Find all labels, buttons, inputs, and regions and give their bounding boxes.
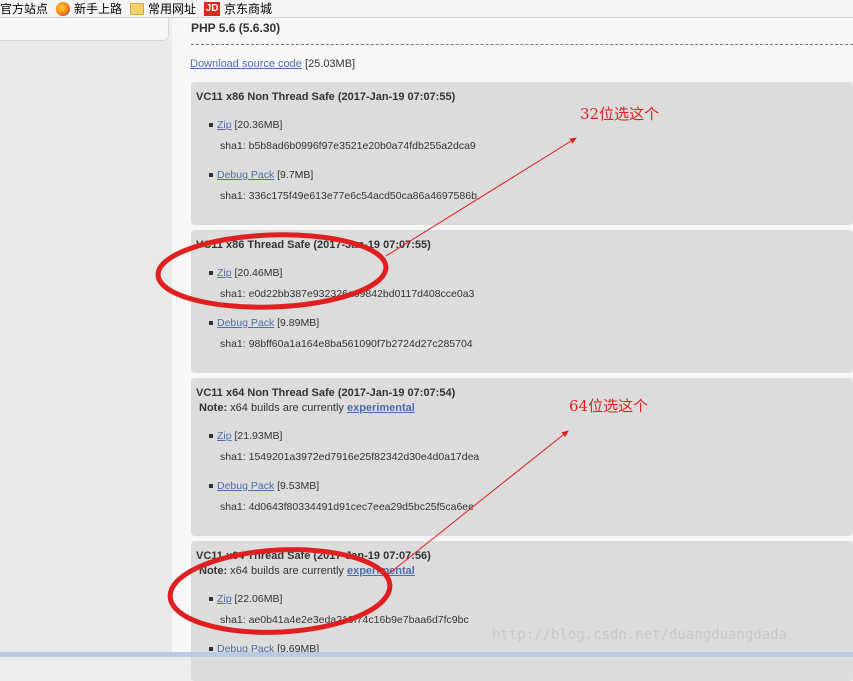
debug-size: [9.89MB] (277, 317, 320, 329)
zip-sha: sha1: e0d22bb387e932326a09842bd0117d408c… (220, 288, 475, 300)
note-label: Note: (199, 565, 228, 577)
bookmark-label: 京东商城 (224, 2, 273, 16)
bullet (209, 434, 213, 438)
zip-size: [20.46MB] (234, 267, 283, 279)
bullet (209, 647, 213, 651)
bookmarks-bar: 官方站点 新手上路 常用网址 JD 京东商城 (0, 0, 853, 18)
folder-icon (130, 2, 145, 15)
debug-size: [9.53MB] (277, 480, 320, 492)
bullet (209, 271, 213, 275)
build-note: Note: x64 builds are currently experimen… (199, 565, 415, 577)
sidebar-panel (0, 18, 169, 41)
jd-icon: JD (204, 1, 221, 16)
note-text: x64 builds are currently (230, 402, 344, 414)
download-source-size: [25.03MB] (304, 58, 356, 70)
bookmark-getting-started[interactable]: 新手上路 (56, 0, 122, 17)
bookmark-jd-mall[interactable]: JD 京东商城 (204, 0, 272, 17)
bookmark-official-site[interactable]: 官方站点 (0, 0, 48, 17)
annotation-label-32bit: 32位选这个 (580, 105, 660, 123)
build-box-x64-ts: VC11 x64 Thread Safe (2017-Jan-19 07:07:… (191, 541, 853, 681)
debug-sha: sha1: 4d0643f80334491d91cec7eea29d5bc25f… (220, 501, 474, 513)
version-title: PHP 5.6 (5.6.30) (191, 21, 281, 35)
debug-item: Debug Pack [9.53MB] (209, 480, 320, 492)
experimental-link[interactable]: experimental (347, 402, 415, 414)
zip-size: [22.06MB] (234, 593, 283, 605)
debug-sha: sha1: 98bff60a1a164e8ba561090f7b2724d27c… (220, 338, 473, 350)
zip-link[interactable]: Zip (217, 119, 232, 131)
firefox-icon (56, 1, 71, 16)
taskbar-strip (0, 652, 853, 657)
zip-sha: sha1: 1549201a3972ed7916e25f82342d30e4d0… (220, 451, 480, 463)
bookmark-common-sites[interactable]: 常用网址 (130, 0, 196, 17)
build-title: VC11 x64 Non Thread Safe (2017-Jan-19 07… (196, 387, 456, 399)
zip-size: [21.93MB] (234, 430, 283, 442)
main-content: PHP 5.6 (5.6.30) Download source code [2… (172, 18, 853, 681)
zip-sha: sha1: b5b8ad6b0996f97e3521e20b0a74fdb255… (220, 140, 476, 152)
note-text: x64 builds are currently (230, 565, 344, 577)
debug-item: Debug Pack [9.89MB] (209, 317, 320, 329)
bookmark-label: 常用网址 (148, 2, 197, 16)
debug-size: [9.7MB] (277, 169, 314, 181)
debug-sha: sha1: 336c175f49e613e77e6c54acd50ca86a46… (220, 190, 477, 202)
experimental-link[interactable]: experimental (347, 565, 415, 577)
build-note: Note: x64 builds are currently experimen… (199, 402, 415, 414)
sidebar-background (0, 41, 172, 657)
zip-item: Zip [22.06MB] (209, 593, 283, 605)
note-label: Note: (199, 402, 228, 414)
debug-item: Debug Pack [9.7MB] (209, 169, 314, 181)
zip-item: Zip [21.93MB] (209, 430, 283, 442)
build-box-x64-nts: VC11 x64 Non Thread Safe (2017-Jan-19 07… (191, 378, 853, 536)
build-title: VC11 x86 Thread Safe (2017-Jan-19 07:07:… (196, 239, 431, 251)
build-box-x86-nts: VC11 x86 Non Thread Safe (2017-Jan-19 07… (191, 82, 853, 225)
debug-pack-link[interactable]: Debug Pack (217, 317, 274, 329)
download-source-link[interactable]: Download source code (190, 58, 302, 70)
download-source-row: Download source code [25.03MB] (190, 58, 355, 70)
zip-link[interactable]: Zip (217, 430, 232, 442)
divider (191, 44, 853, 45)
bullet (209, 484, 213, 488)
bookmark-label: 官方站点 (0, 2, 49, 16)
watermark: http://blog.csdn.net/duangduangdada (492, 627, 788, 643)
build-box-x86-ts: VC11 x86 Thread Safe (2017-Jan-19 07:07:… (191, 230, 853, 373)
build-title: VC11 x64 Thread Safe (2017-Jan-19 07:07:… (196, 550, 431, 562)
zip-item: Zip [20.36MB] (209, 119, 283, 131)
bullet (209, 321, 213, 325)
bookmark-label: 新手上路 (74, 2, 123, 16)
bullet (209, 123, 213, 127)
zip-item: Zip [20.46MB] (209, 267, 283, 279)
zip-link[interactable]: Zip (217, 593, 232, 605)
build-title: VC11 x86 Non Thread Safe (2017-Jan-19 07… (196, 91, 456, 103)
bullet (209, 173, 213, 177)
zip-sha: sha1: ae0b41a4e2e3eda219f74c16b9e7baa6d7… (220, 614, 469, 626)
bullet (209, 597, 213, 601)
debug-pack-link[interactable]: Debug Pack (217, 169, 274, 181)
annotation-label-64bit: 64位选这个 (569, 397, 649, 415)
zip-size: [20.36MB] (234, 119, 283, 131)
zip-link[interactable]: Zip (217, 267, 232, 279)
debug-pack-link[interactable]: Debug Pack (217, 480, 274, 492)
